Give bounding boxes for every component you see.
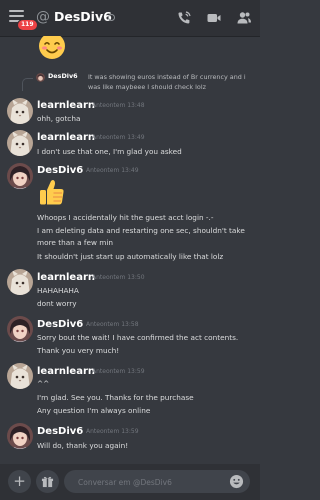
message-timestamp: Anteontem 13:59	[86, 428, 139, 435]
message-author[interactable]: learnlearn	[37, 366, 95, 378]
reply-avatar	[36, 73, 45, 82]
avatar[interactable]	[7, 316, 33, 342]
top-bar: 119 @ DesDiv6	[0, 0, 260, 36]
message-input[interactable]	[76, 474, 220, 491]
emoji-picker-icon[interactable]	[229, 474, 244, 489]
message-text: Whoops I accidentally hit the guest acct…	[37, 213, 214, 222]
avatar[interactable]	[7, 363, 33, 389]
message-author[interactable]: DesDiv6	[37, 426, 83, 438]
message-timestamp: Anteontem 13:59	[92, 368, 145, 375]
reply-connector	[22, 78, 33, 91]
phone-call-icon[interactable]	[176, 10, 192, 26]
avatar[interactable]	[7, 98, 33, 124]
message-timestamp: Anteontem 13:49	[92, 134, 145, 141]
avatar[interactable]	[7, 130, 33, 156]
thumbs-up-emoji	[40, 180, 64, 205]
video-call-icon[interactable]	[206, 10, 222, 26]
avatar[interactable]	[7, 423, 33, 449]
gift-icon	[41, 476, 54, 488]
message-text: I am deleting data and restarting one se…	[37, 226, 245, 235]
message-input-container	[64, 470, 250, 493]
message-timestamp: Anteontem 13:48	[92, 102, 145, 109]
message-text: I'm glad. See you. Thanks for the purcha…	[37, 393, 194, 402]
message-text: HAHAHAHA	[37, 286, 79, 295]
channel-title[interactable]: DesDiv6	[54, 9, 112, 25]
smiling-face-emoji	[39, 36, 65, 59]
member-list-icon[interactable]	[236, 10, 252, 26]
reply-author[interactable]: DesDiv6	[48, 72, 78, 80]
avatar[interactable]	[7, 163, 33, 189]
message-author[interactable]: learnlearn	[37, 132, 95, 144]
message-text: ohh, gotcha	[37, 114, 81, 123]
composer-bar: +	[0, 464, 260, 500]
message-text: Any question I'm always online	[37, 406, 151, 415]
add-attachment-button[interactable]: +	[8, 470, 31, 493]
at-icon: @	[36, 9, 50, 25]
message-text: Will do, thank you again!	[37, 441, 129, 450]
reply-preview-text[interactable]: It was showing euros instead of Br curre…	[88, 72, 250, 92]
message-author[interactable]: DesDiv6	[37, 319, 83, 331]
message-text: dont worry	[37, 299, 77, 308]
message-timestamp: Anteontem 13:50	[92, 274, 145, 281]
message-timestamp: Anteontem 13:58	[86, 321, 139, 328]
message-text: It shouldn't just start up automatically…	[37, 252, 224, 261]
message-author[interactable]: learnlearn	[37, 100, 95, 112]
message-author[interactable]: learnlearn	[37, 272, 95, 284]
mention-badge: 119	[17, 19, 38, 31]
message-list[interactable]: DesDiv6 It was showing euros instead of …	[0, 36, 260, 464]
message-text: I don't use that one, I'm glad you asked	[37, 147, 182, 156]
offline-status-icon	[108, 14, 115, 21]
message-author[interactable]: DesDiv6	[37, 165, 83, 177]
message-timestamp: Anteontem 13:49	[86, 167, 139, 174]
avatar[interactable]	[7, 269, 33, 295]
message-text: Thank you very much!	[37, 346, 120, 355]
message-text: Sorry bout the wait! I have confirmed th…	[37, 333, 239, 342]
message-text: more than a few min	[37, 238, 114, 247]
message-text: ^^	[37, 379, 50, 388]
gift-button[interactable]	[36, 470, 59, 493]
